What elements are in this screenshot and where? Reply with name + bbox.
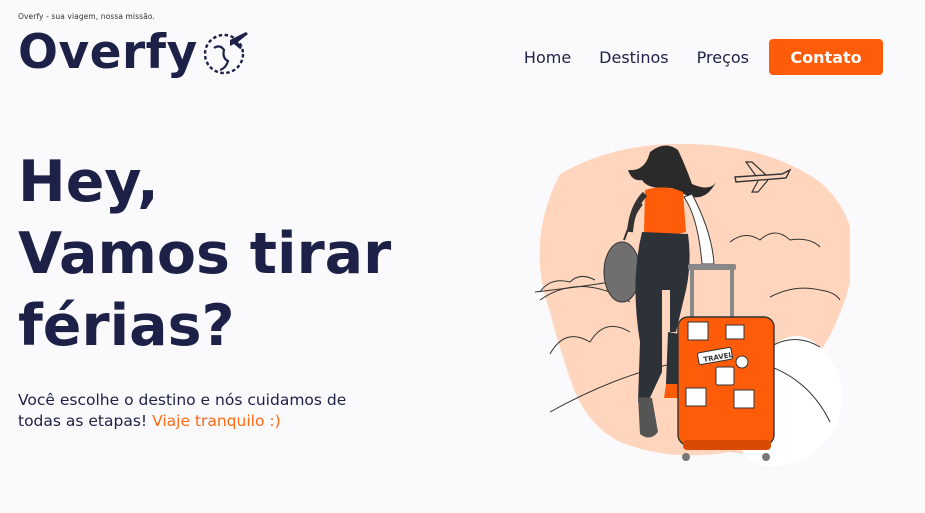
nav-link-destinos[interactable]: Destinos — [599, 48, 668, 67]
nav-link-precos[interactable]: Preços — [697, 48, 749, 67]
nav-link-home[interactable]: Home — [524, 48, 571, 67]
site-tagline: Overfy - sua viagem, nossa missão. — [18, 12, 155, 21]
hero-subtitle: Você escolhe o destino e nós cuidamos de… — [18, 390, 358, 432]
site-logo[interactable]: Overfy — [18, 24, 250, 82]
hero-title-line: Hey, — [18, 149, 159, 215]
hero-title: Hey, Vamos tirar férias? — [18, 146, 438, 362]
main-nav: Home Destinos Preços Contato — [524, 39, 883, 75]
contact-button[interactable]: Contato — [769, 39, 883, 75]
hero-subtitle-accent: Viaje tranquilo :) — [152, 412, 281, 430]
logo-text: Overfy — [18, 25, 198, 80]
hero-title-line: Vamos tirar — [18, 221, 392, 287]
hero-title-line: férias? — [18, 293, 235, 359]
globe-plane-icon — [202, 28, 250, 80]
traveler-with-suitcase-illustration: TRAVEL — [520, 122, 854, 472]
